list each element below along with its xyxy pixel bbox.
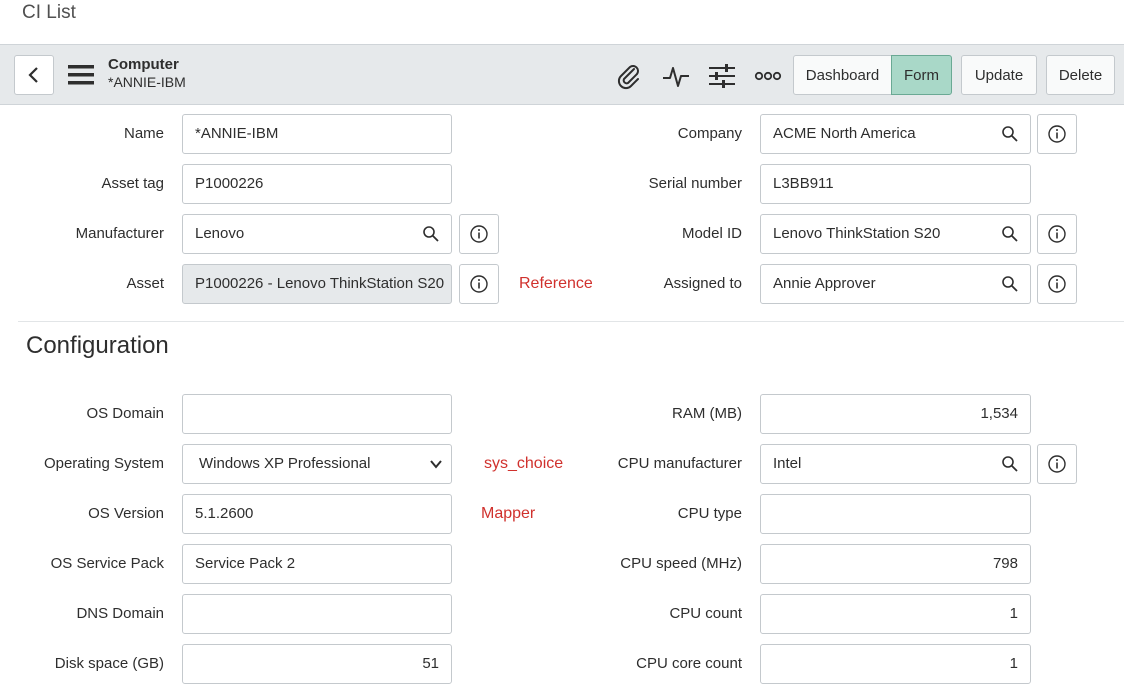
form-header: Computer *ANNIE-IBM Dashboard Form Updat…	[0, 44, 1124, 105]
model-id-field[interactable]: Lenovo ThinkStation S20	[760, 214, 991, 254]
company-field[interactable]: ACME North America	[760, 114, 991, 154]
info-icon	[1048, 125, 1066, 143]
activity-button[interactable]	[661, 61, 691, 91]
assigned-to-label: Assigned to	[663, 275, 742, 292]
cpu-type-field[interactable]	[760, 494, 1031, 534]
serial-number-label: Serial number	[648, 175, 742, 192]
info-icon	[1048, 275, 1066, 293]
cpu-speed-field[interactable]: 798	[760, 544, 1031, 584]
personalize-button[interactable]	[707, 61, 737, 91]
info-icon	[1048, 225, 1066, 243]
cpu-manufacturer-label: CPU manufacturer	[617, 455, 742, 472]
cpu-count-field[interactable]: 1	[760, 594, 1031, 634]
os-domain-field[interactable]	[182, 394, 452, 434]
search-icon	[423, 226, 439, 242]
delete-button[interactable]: Delete	[1046, 55, 1115, 95]
os-service-pack-label: OS Service Pack	[50, 555, 164, 572]
assigned-to-lookup-button[interactable]	[990, 264, 1031, 304]
disk-space-label: Disk space (GB)	[54, 655, 164, 672]
manufacturer-lookup-button[interactable]	[411, 214, 452, 254]
paperclip-icon	[617, 65, 639, 90]
configuration-section-title: Configuration	[26, 332, 169, 359]
cpu-manufacturer-lookup-button[interactable]	[990, 444, 1031, 484]
info-icon	[470, 225, 488, 243]
cpu-core-count-field[interactable]: 1	[760, 644, 1031, 684]
asset-tag-label: Asset tag	[101, 175, 164, 192]
manufacturer-field[interactable]: Lenovo	[182, 214, 412, 254]
ram-label: RAM (MB)	[672, 405, 742, 422]
search-icon	[1002, 276, 1018, 292]
manufacturer-label: Manufacturer	[75, 225, 164, 242]
dns-domain-label: DNS Domain	[76, 605, 164, 622]
info-icon	[470, 275, 488, 293]
assigned-to-field[interactable]: Annie Approver	[760, 264, 991, 304]
cpu-manufacturer-info-button[interactable]	[1037, 444, 1077, 484]
company-info-button[interactable]	[1037, 114, 1077, 154]
activity-icon	[663, 67, 689, 87]
assigned-to-info-button[interactable]	[1037, 264, 1077, 304]
asset-tag-field[interactable]: P1000226	[182, 164, 452, 204]
hamburger-menu-icon	[68, 65, 94, 85]
os-version-label: OS Version	[88, 505, 164, 522]
os-version-field[interactable]: 5.1.2600	[182, 494, 452, 534]
chevron-down-icon	[430, 460, 442, 469]
ram-field[interactable]: 1,534	[760, 394, 1031, 434]
back-icon	[28, 67, 38, 83]
model-id-lookup-button[interactable]	[990, 214, 1031, 254]
disk-space-field[interactable]: 51	[182, 644, 452, 684]
asset-field: P1000226 - Lenovo ThinkStation S20	[182, 264, 452, 304]
cpu-count-label: CPU count	[669, 605, 742, 622]
name-label: Name	[123, 125, 164, 142]
search-icon	[1002, 456, 1018, 472]
back-button[interactable]	[14, 55, 54, 95]
cpu-speed-label: CPU speed (MHz)	[620, 555, 742, 572]
manufacturer-info-button[interactable]	[459, 214, 499, 254]
serial-number-field[interactable]: L3BB911	[760, 164, 1031, 204]
section-divider	[18, 321, 1124, 322]
search-icon	[1002, 226, 1018, 242]
page-title: CI List	[22, 2, 76, 23]
settings-sliders-icon	[709, 64, 735, 88]
search-icon	[1002, 126, 1018, 142]
model-id-label: Model ID	[681, 225, 742, 242]
dns-domain-field[interactable]	[182, 594, 452, 634]
attachment-button[interactable]	[614, 61, 644, 91]
os-domain-label: OS Domain	[86, 405, 164, 422]
asset-label: Asset	[126, 275, 164, 292]
name-field[interactable]: *ANNIE-IBM	[182, 114, 452, 154]
dashboard-button[interactable]: Dashboard	[793, 55, 892, 95]
os-service-pack-field[interactable]: Service Pack 2	[182, 544, 452, 584]
form-button[interactable]: Form	[891, 55, 952, 95]
operating-system-label: Operating System	[43, 455, 164, 472]
record-type: Computer	[108, 56, 179, 73]
cpu-core-count-label: CPU core count	[636, 655, 742, 672]
company-lookup-button[interactable]	[990, 114, 1031, 154]
info-icon	[1048, 455, 1066, 473]
asset-info-button[interactable]	[459, 264, 499, 304]
cpu-manufacturer-field[interactable]: Intel	[760, 444, 991, 484]
more-options-icon	[754, 71, 782, 81]
update-button[interactable]: Update	[961, 55, 1037, 95]
record-name: *ANNIE-IBM	[108, 74, 186, 90]
operating-system-value: Windows XP Professional	[199, 455, 371, 472]
hamburger-menu-button[interactable]	[66, 61, 96, 89]
more-options-button[interactable]	[753, 61, 783, 91]
operating-system-select[interactable]: Windows XP Professional	[182, 444, 452, 484]
cpu-type-label: CPU type	[677, 505, 742, 522]
company-label: Company	[677, 125, 742, 142]
model-id-info-button[interactable]	[1037, 214, 1077, 254]
